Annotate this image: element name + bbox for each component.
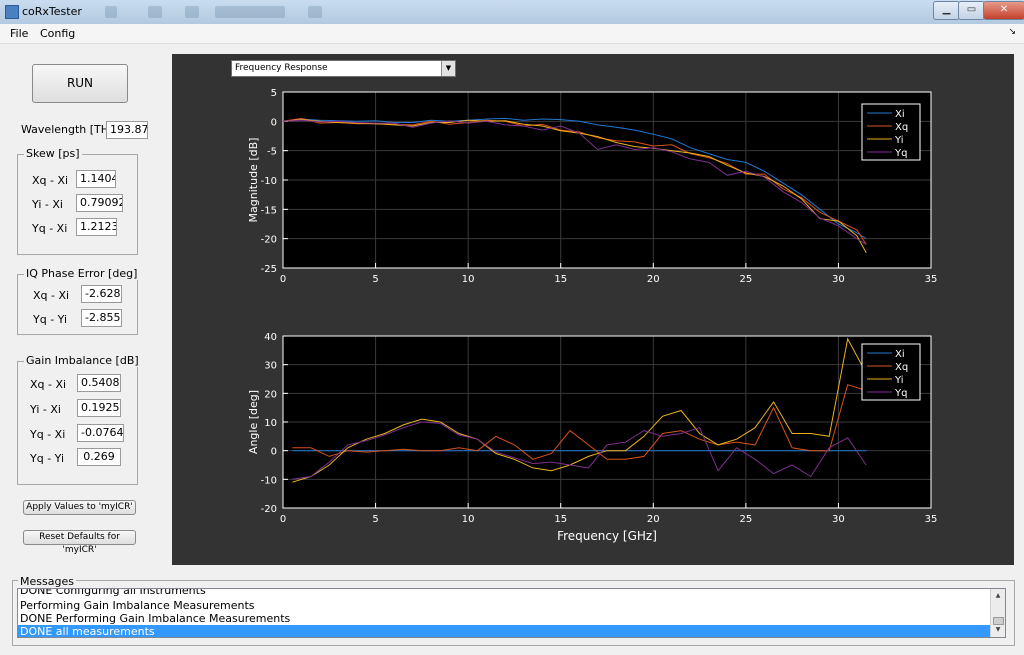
gain-yq-xi-label: Yq - Xi	[30, 428, 66, 441]
x-tick-label: 0	[280, 274, 286, 285]
y-tick-label: 30	[264, 361, 277, 372]
menu-bar: File Config ↘	[0, 24, 1024, 44]
y-tick-label: -15	[261, 205, 277, 216]
y-tick-label: -20	[261, 235, 277, 246]
y-tick-label: -20	[261, 504, 277, 515]
x-tick-label: 0	[280, 514, 286, 525]
x-tick-label: 10	[462, 514, 475, 525]
run-button[interactable]: RUN	[32, 64, 128, 103]
scroll-thumb[interactable]	[993, 617, 1004, 625]
plot-panel: 0 5 10 15 20 25 30 35 5 0 -5 -10 -15 -20 -25 Magnitude …	[172, 54, 1014, 565]
y-tick-label: -5	[267, 147, 277, 158]
y-tick-label: 0	[271, 447, 277, 458]
x-tick-label: 30	[832, 274, 845, 285]
skew-xq-xi-label: Xq - Xi	[32, 174, 69, 187]
toolbar-ghost-icon	[105, 6, 117, 18]
list-item: Performing Gain Imbalance Measurements	[20, 599, 255, 612]
y-tick-label: 0	[271, 117, 277, 128]
x-tick-label: 5	[372, 274, 378, 285]
legend-label: Yi	[894, 135, 904, 146]
phase-error-group-title: IQ Phase Error [deg]	[24, 267, 140, 280]
list-item: DONE Performing Gain Imbalance Measureme…	[20, 612, 291, 625]
legend-label: Xi	[895, 349, 905, 360]
x-tick-label: 25	[739, 274, 752, 285]
wavelength-field[interactable]: 193.875	[106, 121, 148, 139]
y-tick-label: 5	[271, 88, 277, 99]
x-tick-label: 15	[554, 274, 567, 285]
gain-imbalance-group-title: Gain Imbalance [dB]	[24, 354, 141, 367]
toolbar-ghost-icon	[185, 6, 199, 18]
legend-label: Yq	[894, 388, 907, 399]
window-title: coRxTester	[22, 5, 82, 18]
menu-dock-arrow-icon[interactable]: ↘	[1008, 27, 1016, 37]
y-axis-label: Magnitude [dB]	[247, 138, 260, 223]
messages-title: Messages	[18, 575, 76, 588]
y-tick-label: 10	[264, 418, 277, 429]
gain-xq-xi-field[interactable]: 0.54089	[77, 374, 121, 392]
menu-file[interactable]: File	[10, 27, 28, 40]
apply-values-button[interactable]: Apply Values to 'myICR'	[23, 500, 136, 515]
phase-xq-xi-field[interactable]: -2.6281	[81, 285, 122, 303]
y-tick-label: -10	[261, 475, 277, 486]
phase-yq-yi-label: Yq - Yi	[33, 313, 68, 326]
skew-yi-xi-label: Yi - Xi	[32, 198, 63, 211]
legend-label: Yq	[894, 148, 907, 159]
x-tick-label: 20	[647, 514, 660, 525]
reset-defaults-button[interactable]: Reset Defaults for 'myICR'	[23, 530, 136, 555]
skew-yi-xi-field[interactable]: 0.79092	[76, 194, 123, 212]
x-axis-label: Frequency [GHz]	[557, 529, 657, 543]
skew-yq-xi-field[interactable]: 1.2123	[76, 218, 117, 236]
y-tick-label: -25	[261, 264, 277, 275]
gain-yq-yi-field[interactable]: 0.269	[77, 448, 121, 466]
title-bar: coRxTester ▁ ▭ ✕	[0, 0, 1024, 25]
legend-label: Yi	[894, 375, 904, 386]
skew-group-title: Skew [ps]	[24, 147, 82, 160]
x-tick-label: 35	[925, 514, 938, 525]
toolbar-ghost-icon	[308, 6, 322, 18]
x-tick-label: 35	[925, 274, 938, 285]
minimize-button[interactable]: ▁	[933, 1, 960, 20]
y-tick-label: 40	[264, 332, 277, 343]
skew-yq-xi-label: Yq - Xi	[32, 222, 68, 235]
toolbar-ghost-icon	[215, 6, 285, 18]
x-tick-label: 15	[554, 514, 567, 525]
plot-type-dropdown[interactable]: Frequency Response ▼	[231, 60, 456, 77]
list-item-selected[interactable]: DONE all measurements	[18, 625, 992, 637]
legend-label: Xq	[895, 122, 908, 133]
messages-scrollbar[interactable]: ▲ ▼	[990, 589, 1005, 637]
y-tick-label: -10	[261, 176, 277, 187]
close-button[interactable]: ✕	[983, 1, 1024, 20]
list-item: DONE Configuring all Instruments	[20, 588, 206, 597]
gain-yi-xi-field[interactable]: 0.19252	[77, 399, 121, 417]
x-tick-label: 5	[372, 514, 378, 525]
toolbar-ghost-icon	[148, 6, 162, 18]
gain-yq-yi-label: Yq - Yi	[30, 452, 65, 465]
phase-xq-xi-label: Xq - Xi	[33, 289, 70, 302]
legend-label: Xq	[895, 362, 908, 373]
legend-label: Xi	[895, 109, 905, 120]
chevron-down-icon[interactable]: ▼	[441, 61, 455, 76]
y-axis-label: Angle [deg]	[247, 390, 260, 454]
plot-type-selected: Frequency Response	[235, 63, 328, 73]
x-tick-label: 30	[832, 514, 845, 525]
x-tick-label: 25	[739, 514, 752, 525]
app-icon	[5, 5, 19, 19]
charts-svg: 0 5 10 15 20 25 30 35 5 0 -5 -10 -15 -20 -25 Magnitude …	[247, 88, 938, 543]
gain-yi-xi-label: Yi - Xi	[30, 403, 61, 416]
y-tick-label: 20	[264, 389, 277, 400]
skew-xq-xi-field[interactable]: 1.1404	[76, 170, 116, 188]
scroll-down-icon[interactable]: ▼	[991, 625, 1005, 635]
x-tick-label: 10	[462, 274, 475, 285]
gain-yq-xi-field[interactable]: -0.07647	[77, 424, 124, 442]
x-tick-label: 20	[647, 274, 660, 285]
gain-xq-xi-label: Xq - Xi	[30, 378, 67, 391]
scroll-up-icon[interactable]: ▲	[991, 591, 1005, 601]
phase-yq-yi-field[interactable]: -2.8558	[81, 309, 122, 327]
maximize-button[interactable]: ▭	[958, 1, 985, 20]
wavelength-label: Wavelength [THz]	[21, 123, 120, 136]
messages-list[interactable]: DONE Configuring all Instruments Perform…	[17, 588, 1006, 638]
menu-config[interactable]: Config	[40, 27, 75, 40]
